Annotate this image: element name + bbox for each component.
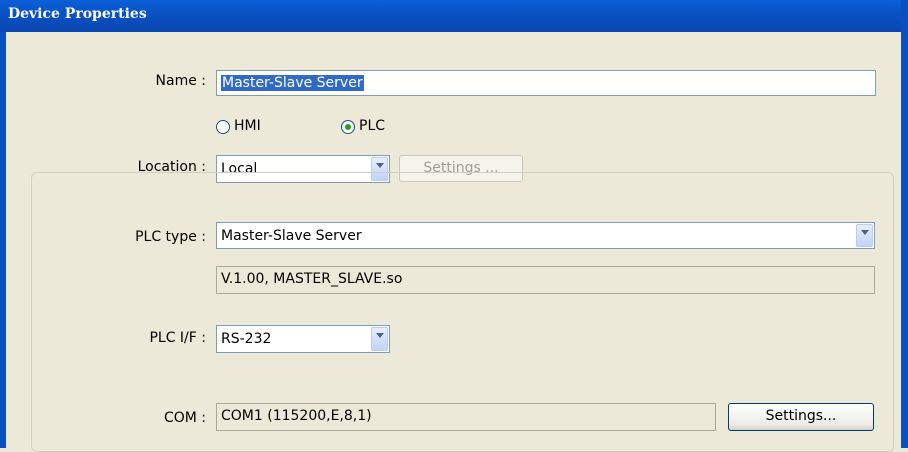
plc-type-value: Master-Slave Server <box>221 228 362 244</box>
plc-if-value: RS-232 <box>221 331 272 347</box>
plc-radio[interactable] <box>341 120 355 134</box>
chevron-down-icon <box>376 163 384 168</box>
plc-type-select[interactable]: Master-Slave Server <box>216 222 875 249</box>
hmi-radio-label[interactable]: HMI <box>234 118 261 134</box>
plc-type-dropdown-button[interactable] <box>856 224 873 247</box>
com-field: COM1 (115200,E,8,1) <box>216 403 716 431</box>
name-label: Name : <box>155 73 206 89</box>
window-title: Device Properties <box>8 6 147 22</box>
chevron-down-icon <box>861 230 869 235</box>
name-field[interactable]: Master-Slave Server <box>216 70 876 96</box>
chevron-down-icon <box>376 333 384 338</box>
name-value: Master-Slave Server <box>221 75 364 91</box>
radio-selected-dot <box>345 124 351 130</box>
plc-radio-label[interactable]: PLC <box>359 118 385 134</box>
hmi-radio[interactable] <box>216 120 230 134</box>
plc-if-dropdown-button[interactable] <box>371 327 388 351</box>
com-label: COM : <box>163 410 206 426</box>
plc-if-select[interactable]: RS-232 <box>216 325 390 353</box>
plc-version-value: V.1.00, MASTER_SLAVE.so <box>221 271 403 287</box>
com-settings-button[interactable]: Settings... <box>728 403 874 431</box>
title-bar: Device Properties <box>0 0 908 32</box>
window-frame-right <box>901 0 908 448</box>
com-value: COM1 (115200,E,8,1) <box>221 408 372 424</box>
plc-version-field: V.1.00, MASTER_SLAVE.so <box>216 266 875 294</box>
plc-type-label: PLC type : <box>135 229 206 245</box>
plc-if-label: PLC I/F : <box>149 330 206 346</box>
